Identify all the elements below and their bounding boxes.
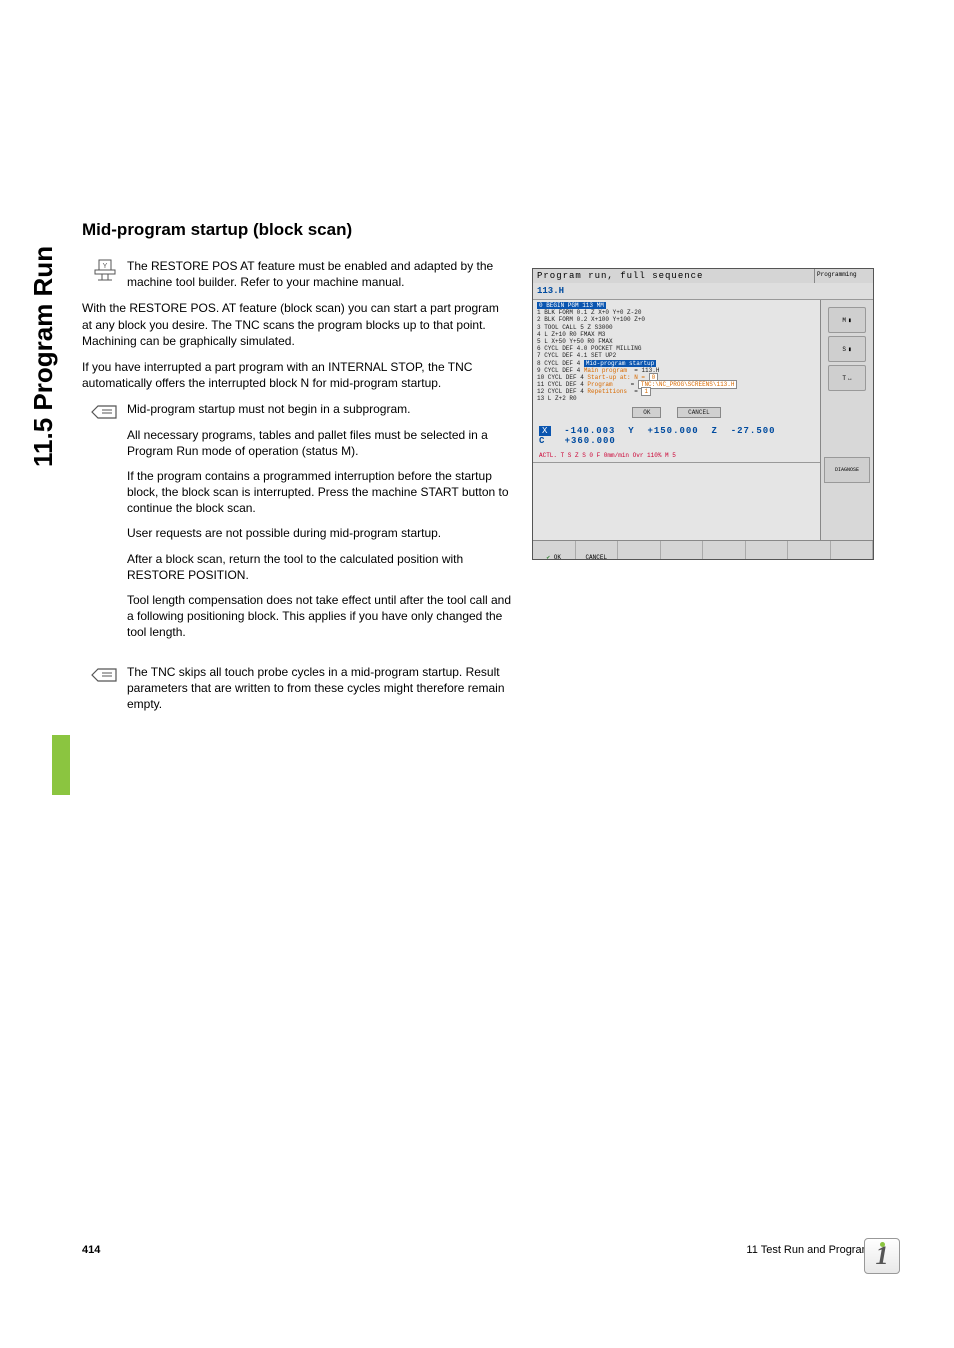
code-line: 10 CYCL DEF 4 xyxy=(537,374,584,381)
info-note-2-text: The TNC skips all touch probe cycles in … xyxy=(127,664,512,713)
sc-code-listing: 0 BEGIN PGM 113 MM 1 BLK FORM 0.1 Z X+0 … xyxy=(533,300,820,420)
tnc-screenshot: Program run, full sequence Programming 1… xyxy=(532,268,874,560)
side-title: 11.5 Program Run xyxy=(28,167,59,467)
code-line: 13 L Z+2 R0 xyxy=(537,395,816,402)
side-m-button[interactable]: M▮ xyxy=(828,307,866,333)
softkey-empty[interactable] xyxy=(746,541,789,560)
code-line: 11 CYCL DEF 4 xyxy=(537,381,584,388)
info-note-text: Mid-program startup must not begin in a … xyxy=(127,401,512,649)
info-note-2: The TNC skips all touch probe cycles in … xyxy=(82,664,512,713)
machine-note-text: The RESTORE POS AT feature must be enabl… xyxy=(127,258,512,290)
softkey-ok[interactable]: ✔ OK xyxy=(533,541,576,560)
side-s-button[interactable]: S▮ xyxy=(828,336,866,362)
program-input[interactable]: TNC:\NC_PROG\SCREENS\113.H xyxy=(638,380,738,389)
sc-mode: Programming xyxy=(815,269,873,283)
paragraph-1: With the RESTORE POS. AT feature (block … xyxy=(82,300,512,349)
sc-coords: X -140.003 Y +150.000 Z -27.500 C +360.0… xyxy=(533,420,820,452)
softkey-empty[interactable] xyxy=(703,541,746,560)
dialog-label: Program xyxy=(587,381,612,388)
dialog-label: Repetitions xyxy=(587,388,627,395)
machine-icon: Y xyxy=(82,258,127,289)
softkey-empty[interactable] xyxy=(618,541,661,560)
softkey-cancel[interactable]: CANCEL xyxy=(576,541,619,560)
main-content: Mid-program startup (block scan) Y The R… xyxy=(82,220,512,722)
svg-text:Y: Y xyxy=(102,263,107,270)
sc-program-name: 113.H xyxy=(533,283,873,300)
dialog-ok-button[interactable]: OK xyxy=(632,407,661,418)
sc-softkey-row: ✔ OK CANCEL xyxy=(533,540,873,560)
softkey-empty[interactable] xyxy=(831,541,874,560)
note2-p1: Mid-program startup must not begin in a … xyxy=(127,401,512,417)
code-line: 4 L Z+10 R0 FMAX M3 xyxy=(537,331,816,338)
code-line: 9 CYCL DEF 4 xyxy=(537,367,580,374)
info-icon: 1 xyxy=(864,1238,900,1274)
dialog-label: Start-up at: N = xyxy=(587,374,645,381)
sc-side-buttons: M▮ S▮ T↔ DIAGNOSE xyxy=(820,300,873,540)
note-icon xyxy=(82,664,127,691)
page-footer: 414 11 Test Run and Program Run xyxy=(82,1244,894,1256)
code-line: 8 CYCL DEF 4 xyxy=(537,360,580,367)
diagnose-button[interactable]: DIAGNOSE xyxy=(824,457,870,483)
code-line: 5 L X+50 Y+50 R0 FMAX xyxy=(537,338,816,345)
dialog-cancel-button[interactable]: CANCEL xyxy=(677,407,721,418)
page-number: 414 xyxy=(82,1244,100,1256)
dialog-title: Mid-program startup xyxy=(584,360,656,367)
info-note: Mid-program startup must not begin in a … xyxy=(82,401,512,649)
side-t-button[interactable]: T↔ xyxy=(828,365,866,391)
reps-input[interactable]: 1 xyxy=(641,387,651,396)
heading: Mid-program startup (block scan) xyxy=(82,220,512,240)
code-line: 3 TOOL CALL 5 Z S3000 xyxy=(537,324,816,331)
softkey-empty[interactable] xyxy=(788,541,831,560)
sc-title: Program run, full sequence xyxy=(533,269,815,283)
note2-p4: User requests are not possible during mi… xyxy=(127,525,512,541)
note2-p3: If the program contains a programmed int… xyxy=(127,468,512,517)
note-icon xyxy=(82,401,127,428)
machine-note: Y The RESTORE POS AT feature must be ena… xyxy=(82,258,512,290)
paragraph-2: If you have interrupted a part program w… xyxy=(82,359,512,391)
softkey-empty[interactable] xyxy=(661,541,704,560)
sc-status-line: ACTL. T S Z S 0 F 0mm/min Ovr 110% M 5 xyxy=(533,452,820,463)
dialog-label: Main program xyxy=(584,367,627,374)
code-line: 1 BLK FORM 0.1 Z X+0 Y+0 Z-20 xyxy=(537,309,816,316)
code-line: 6 CYCL DEF 4.0 POCKET MILLING xyxy=(537,345,816,352)
code-line: 2 BLK FORM 0.2 X+100 Y+100 Z+0 xyxy=(537,316,816,323)
code-line: 0 BEGIN PGM 113 MM xyxy=(537,302,606,309)
code-line: 7 CYCL DEF 4.1 SET UP2 xyxy=(537,352,816,359)
note2-p2: All necessary programs, tables and palle… xyxy=(127,427,512,459)
code-line: 12 CYCL DEF 4 xyxy=(537,388,584,395)
note2-p6: Tool length compensation does not take e… xyxy=(127,592,512,641)
section-tab xyxy=(52,735,70,795)
note2-p5: After a block scan, return the tool to t… xyxy=(127,551,512,583)
